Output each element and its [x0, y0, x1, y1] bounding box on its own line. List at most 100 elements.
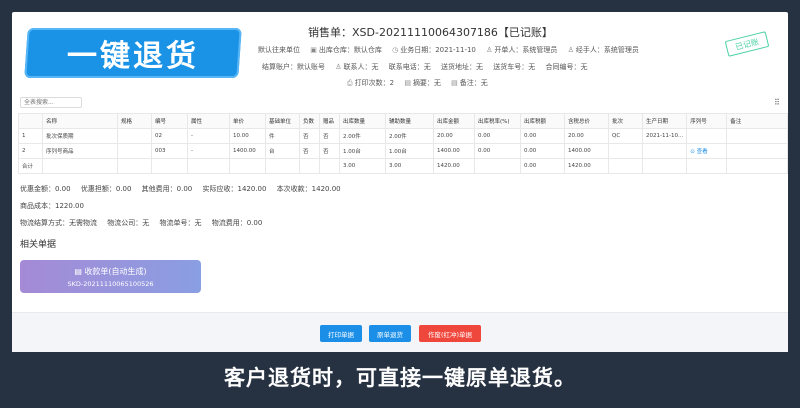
- page-title: 销售单：XSD-20211110064307186【已记账】: [308, 26, 553, 39]
- logistics-method: 物流结算方式：无需物流: [20, 219, 97, 227]
- caption-text: 客户退货时，可直接一键原单退货。: [224, 366, 576, 390]
- table-cell: 否: [299, 128, 320, 144]
- table-cell: [117, 128, 152, 144]
- table-header: 生产日期: [641, 113, 688, 129]
- table-header: 含税总价: [564, 113, 609, 129]
- meta-print-count: ⎙ 打印次数：2: [347, 79, 395, 87]
- receipt-card[interactable]: ▤ 收款单(自动生成) SKD-20211110065100526: [20, 260, 201, 293]
- table-cell: 2: [18, 143, 43, 159]
- meta-contact: ♙ 联系人：无: [335, 63, 379, 71]
- meta-date: ◷ 业务日期：2021-11-10: [392, 46, 476, 54]
- table-cell: [608, 158, 643, 174]
- table-cell: -: [187, 128, 230, 144]
- table-cell: 0.00: [520, 128, 565, 144]
- table-cell: [686, 158, 728, 174]
- table-cell: 02: [151, 128, 188, 144]
- meta-partner: 默认往来单位: [258, 46, 300, 54]
- receipt-title: ▤ 收款单(自动生成): [74, 266, 147, 276]
- table-row: 2 序列号商品 003 - 1400.00 台 否 否 1.00台 1.00台 …: [18, 143, 788, 159]
- meta-row-2: 结算账户：默认账号 ♙ 联系人：无 联系电话：无 送货地址：无 送货车号：无 合同…: [262, 62, 595, 72]
- table-cell: 1.00台: [339, 143, 386, 159]
- search-input[interactable]: [20, 97, 82, 108]
- serial-view-link[interactable]: ⊙ 查看: [686, 143, 728, 159]
- table-cell: [229, 158, 266, 174]
- table-cell: 0.00: [474, 143, 521, 159]
- table-cell: 1400.00: [433, 143, 475, 159]
- table-cell: 1: [18, 128, 43, 144]
- table-header: 序列号: [686, 113, 728, 129]
- table-cell: 3.00: [385, 158, 434, 174]
- table-header: 规格: [117, 113, 152, 129]
- table-cell: [726, 158, 788, 174]
- warehouse-icon: ▣: [310, 46, 317, 54]
- table-header: [18, 113, 43, 129]
- table-cell: 批次保质期: [42, 128, 118, 144]
- table-cell: 1420.00: [433, 158, 475, 174]
- table-header: 出库金额: [433, 113, 475, 129]
- table-cell: [608, 143, 643, 159]
- user-icon: ♙: [486, 46, 493, 54]
- table-cell: 序列号商品: [42, 143, 118, 159]
- discount-borne: 优惠担额：0.00: [80, 185, 132, 193]
- amount-summary: 优惠金额：0.00 优惠担额：0.00 其他费用：0.00 实际应收：1420.…: [20, 184, 349, 194]
- items-table: 名称 规格 编号 属性 单价 基础单位 负数 赠品 出库数量 辅助数量 出库金额…: [18, 113, 788, 174]
- return-button[interactable]: 原单退货: [369, 325, 411, 342]
- void-button[interactable]: 作废(红冲)单据: [419, 325, 481, 342]
- user-icon: ♙: [567, 46, 574, 54]
- table-cell: 20.00: [564, 128, 609, 144]
- table-header: 备注: [726, 113, 788, 129]
- print-button[interactable]: 打印单据: [320, 325, 362, 342]
- table-cell: [151, 158, 188, 174]
- table-cell: [641, 143, 688, 159]
- table-cell: 0.00: [520, 158, 565, 174]
- meta-phone: 联系电话：无: [388, 63, 431, 71]
- table-header: 编号: [151, 113, 188, 129]
- other-fees: 其他费用：0.00: [141, 185, 193, 193]
- table-cell: 10.00: [229, 128, 266, 144]
- table-cell: [42, 158, 118, 174]
- meta-vehicle: 送货车号：无: [493, 63, 536, 71]
- table-cell: 003: [151, 143, 188, 159]
- goods-cost: 商品成本：1220.00: [20, 202, 84, 210]
- table-cell: [117, 158, 152, 174]
- promo-banner: 一键退货: [24, 28, 242, 78]
- meta-row-1: 默认往来单位 ▣ 出库仓库：默认仓库 ◷ 业务日期：2021-11-10 ♙ 开单人：…: [256, 45, 647, 55]
- table-header: 辅助数量: [385, 113, 434, 129]
- table-header: 单价: [229, 113, 266, 129]
- user-icon: ♙: [335, 63, 342, 71]
- table-cell: 否: [319, 143, 340, 159]
- logistics-company: 物流公司：无: [107, 219, 150, 227]
- clock-icon: ◷: [392, 46, 399, 54]
- table-header: 负数: [299, 113, 320, 129]
- meta-account: 结算账户：默认账号: [262, 63, 325, 71]
- table-cell: [641, 158, 688, 174]
- logistics-number: 物流单号：无: [159, 219, 202, 227]
- table-cell: 20.00: [433, 128, 475, 144]
- table-header: 批次: [608, 113, 643, 129]
- table-cell: 1.00台: [385, 143, 434, 159]
- document-icon: ▤: [74, 266, 85, 276]
- table-cell: 否: [319, 128, 340, 144]
- cost-summary: 商品成本：1220.00: [20, 201, 92, 211]
- table-cell: 合计: [18, 158, 43, 174]
- logistics-fee: 物流费用：0.00: [211, 219, 263, 227]
- logistics-summary: 物流结算方式：无需物流 物流公司：无 物流单号：无 物流费用：0.00: [20, 218, 270, 228]
- table-header: 出库税率(%): [474, 113, 521, 129]
- meta-remark: ▤ 备注：无: [451, 79, 488, 87]
- table-cell: 2.00件: [385, 128, 434, 144]
- table-cell: 台: [265, 143, 300, 159]
- column-settings-icon[interactable]: ⠿: [774, 98, 780, 107]
- file-icon: ▤: [404, 79, 411, 87]
- table-header: 基础单位: [265, 113, 300, 129]
- promo-banner-text: 一键退货: [67, 39, 199, 74]
- table-cell: 0.00: [474, 128, 521, 144]
- table-cell: 2021-11-10...: [641, 128, 688, 144]
- related-documents-title: 相关单据: [20, 240, 57, 250]
- table-cell: -: [187, 143, 230, 159]
- meta-address: 送货地址：无: [440, 63, 483, 71]
- table-header: 赠品: [319, 113, 340, 129]
- table-cell: [686, 128, 728, 144]
- table-header: 出库税额: [520, 113, 565, 129]
- table-cell: [726, 143, 788, 159]
- table-cell: [726, 128, 788, 144]
